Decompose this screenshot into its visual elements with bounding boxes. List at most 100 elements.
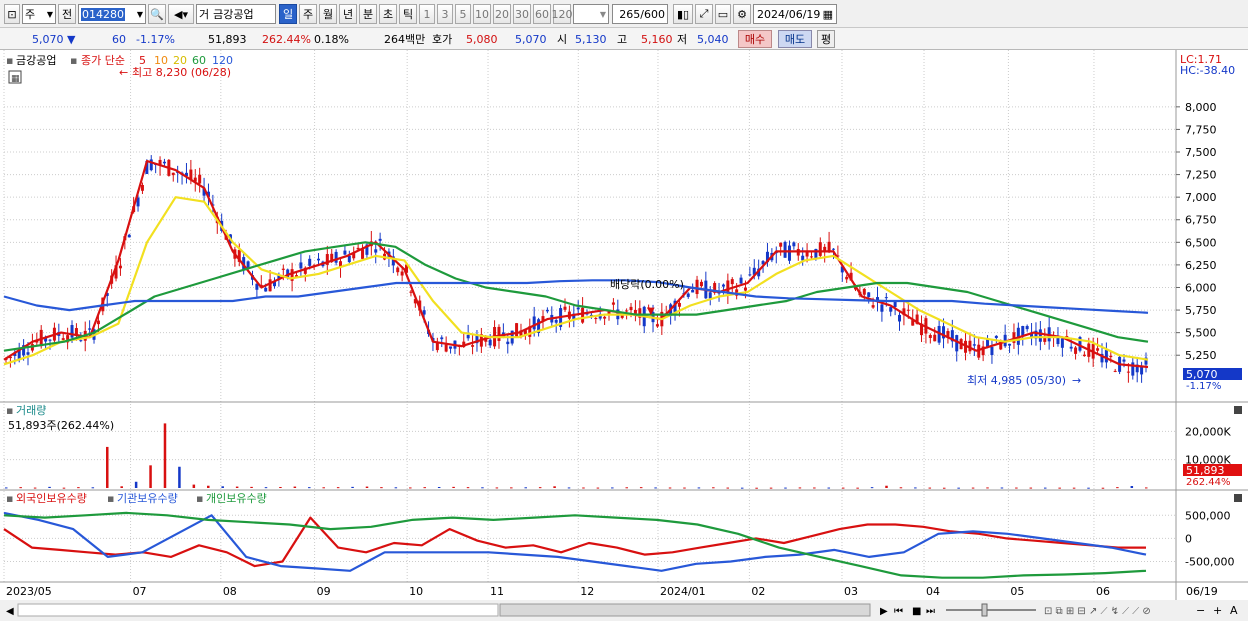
high-label: 고	[617, 33, 628, 46]
zoom-slider-track[interactable]	[946, 609, 1036, 611]
candle-body	[721, 284, 725, 287]
candle-body	[893, 301, 897, 307]
volume-bar	[1116, 487, 1119, 489]
candle-body	[1069, 346, 1073, 349]
sell-button[interactable]: 매도	[778, 30, 812, 48]
hc-label: HC:-38.40	[1180, 64, 1235, 77]
search-icon[interactable]: 🔍	[148, 4, 166, 24]
candle-body	[1008, 343, 1012, 346]
price-tick-label: 7,750	[1185, 123, 1217, 136]
period-minute-button[interactable]: 분	[359, 4, 377, 24]
candle-body	[449, 346, 453, 349]
flat-button[interactable]: 평	[817, 30, 835, 48]
volume-bar	[1130, 486, 1134, 488]
market-select[interactable]: 주 ▼	[22, 4, 56, 24]
chart-menu-icon[interactable]: ⊡	[4, 4, 20, 24]
bid-price: 5,070	[515, 32, 547, 46]
interval-30-button[interactable]: 30	[513, 4, 531, 24]
date-field[interactable]: 2024/06/19 ▦	[753, 4, 837, 24]
interval-10-button[interactable]: 10	[473, 4, 491, 24]
buy-button[interactable]: 매수	[738, 30, 772, 48]
chevron-down-icon: ▼	[136, 9, 143, 19]
candle-body	[691, 289, 695, 293]
candle-body	[699, 281, 703, 287]
legend-bullet: ▪	[6, 404, 13, 417]
ask-label: 호가	[432, 33, 453, 46]
gear-icon[interactable]: ⚙	[733, 4, 751, 24]
candle-body	[506, 341, 510, 345]
volume-value-label: 51,893주(262.44%)	[8, 419, 114, 432]
draw-tools-icon[interactable]: ⊡ ⧉ ⊞ ⊟ ↗ ⟋ ↯ ⟋ ⟋ ⊘	[1044, 606, 1151, 617]
zoom-icon[interactable]: ⤢	[695, 4, 713, 24]
volume-bar	[293, 486, 297, 488]
volume-bar	[178, 466, 181, 488]
date-tick-label: 08	[223, 585, 237, 598]
period-month-button[interactable]: 월	[319, 4, 337, 24]
legend-bullet: ▪	[107, 492, 114, 505]
indiv-holding-label: 개인보유수량	[206, 492, 267, 505]
period-second-button[interactable]: 초	[379, 4, 397, 24]
change-value: 60	[112, 32, 126, 46]
current-change-label: -1.17%	[1186, 381, 1221, 392]
price-tick-label: 7,000	[1185, 191, 1217, 204]
date-tick-label: 03	[844, 585, 858, 598]
price-tick-label: 7,250	[1185, 169, 1217, 182]
interval-5-button[interactable]: 5	[455, 4, 471, 24]
candle-body	[655, 324, 659, 327]
grid-toggle-glyph: ▦	[11, 74, 20, 84]
volume-bar	[769, 487, 773, 489]
prev-button[interactable]: 전	[58, 4, 76, 24]
period-day-button[interactable]: 일	[279, 4, 297, 24]
volume-bar	[365, 486, 369, 488]
period-week-button[interactable]: 주	[299, 4, 317, 24]
period-year-button[interactable]: 년	[339, 4, 357, 24]
speaker-icon[interactable]: ◀▾	[168, 4, 194, 24]
date-tick-label: 05	[1010, 585, 1024, 598]
interval-3-button[interactable]: 3	[437, 4, 453, 24]
scroll-right-icon[interactable]: ▶	[880, 606, 888, 617]
candle-body	[708, 292, 712, 299]
scroll-first-icon[interactable]: ⏮	[894, 606, 903, 617]
scrollbar-thumb[interactable]	[499, 603, 871, 617]
ruler-icon[interactable]: ▭	[715, 4, 731, 24]
zoom-out-icon[interactable]: −	[1196, 604, 1205, 617]
scrollbar-track[interactable]	[17, 603, 499, 617]
volume-bar	[33, 487, 37, 489]
period-tick-button[interactable]: 틱	[399, 4, 417, 24]
scroll-last-icon[interactable]: ⏭	[926, 606, 935, 617]
candle-body	[140, 184, 144, 191]
interval-120-button[interactable]: 120	[552, 4, 573, 24]
interval-select[interactable]: ▼	[573, 4, 609, 24]
stop-icon[interactable]: ■	[912, 606, 921, 617]
volume-bar	[322, 487, 325, 489]
chart-area: 8,000 7,750 7,500 7,250 7,000 6,750 6,500 6,250…	[0, 50, 1248, 621]
candle-body	[1060, 338, 1064, 348]
stock-chart-svg[interactable]: 8,000 7,750 7,500 7,250 7,000 6,750 6,500 6,250…	[0, 50, 1248, 621]
candle-body	[884, 297, 888, 299]
zoom-in-icon[interactable]: +	[1213, 604, 1222, 617]
count-field[interactable]: 265/600	[612, 4, 668, 24]
interval-1-button[interactable]: 1	[419, 4, 435, 24]
candle-type-icon[interactable]: ▮▯	[673, 4, 693, 24]
candle-body	[818, 242, 822, 256]
stock-code-input[interactable]: 014280 ▼	[78, 4, 146, 24]
volume-bar	[683, 487, 686, 489]
max-arrow: ←	[119, 66, 128, 79]
stock-name-field[interactable]: 거 금강공업	[196, 4, 276, 24]
text-size-icon[interactable]: A	[1230, 604, 1238, 617]
interval-20-button[interactable]: 20	[493, 4, 511, 24]
interval-60-button[interactable]: 60	[533, 4, 551, 24]
volume-bar	[264, 487, 268, 489]
legend-bullet: ▪	[6, 54, 13, 67]
volume-bar	[538, 487, 542, 489]
zoom-slider-handle[interactable]	[981, 603, 988, 617]
candle-body	[783, 241, 787, 258]
scroll-left-icon[interactable]: ◀	[6, 606, 14, 617]
candle-body	[1082, 354, 1086, 357]
candle-body	[70, 325, 74, 338]
candle-body	[198, 174, 202, 184]
volume-panel-close-icon[interactable]	[1234, 406, 1242, 414]
candle-body	[827, 241, 831, 252]
holdings-panel-close-icon[interactable]	[1234, 494, 1242, 502]
volume-bar	[885, 485, 888, 488]
